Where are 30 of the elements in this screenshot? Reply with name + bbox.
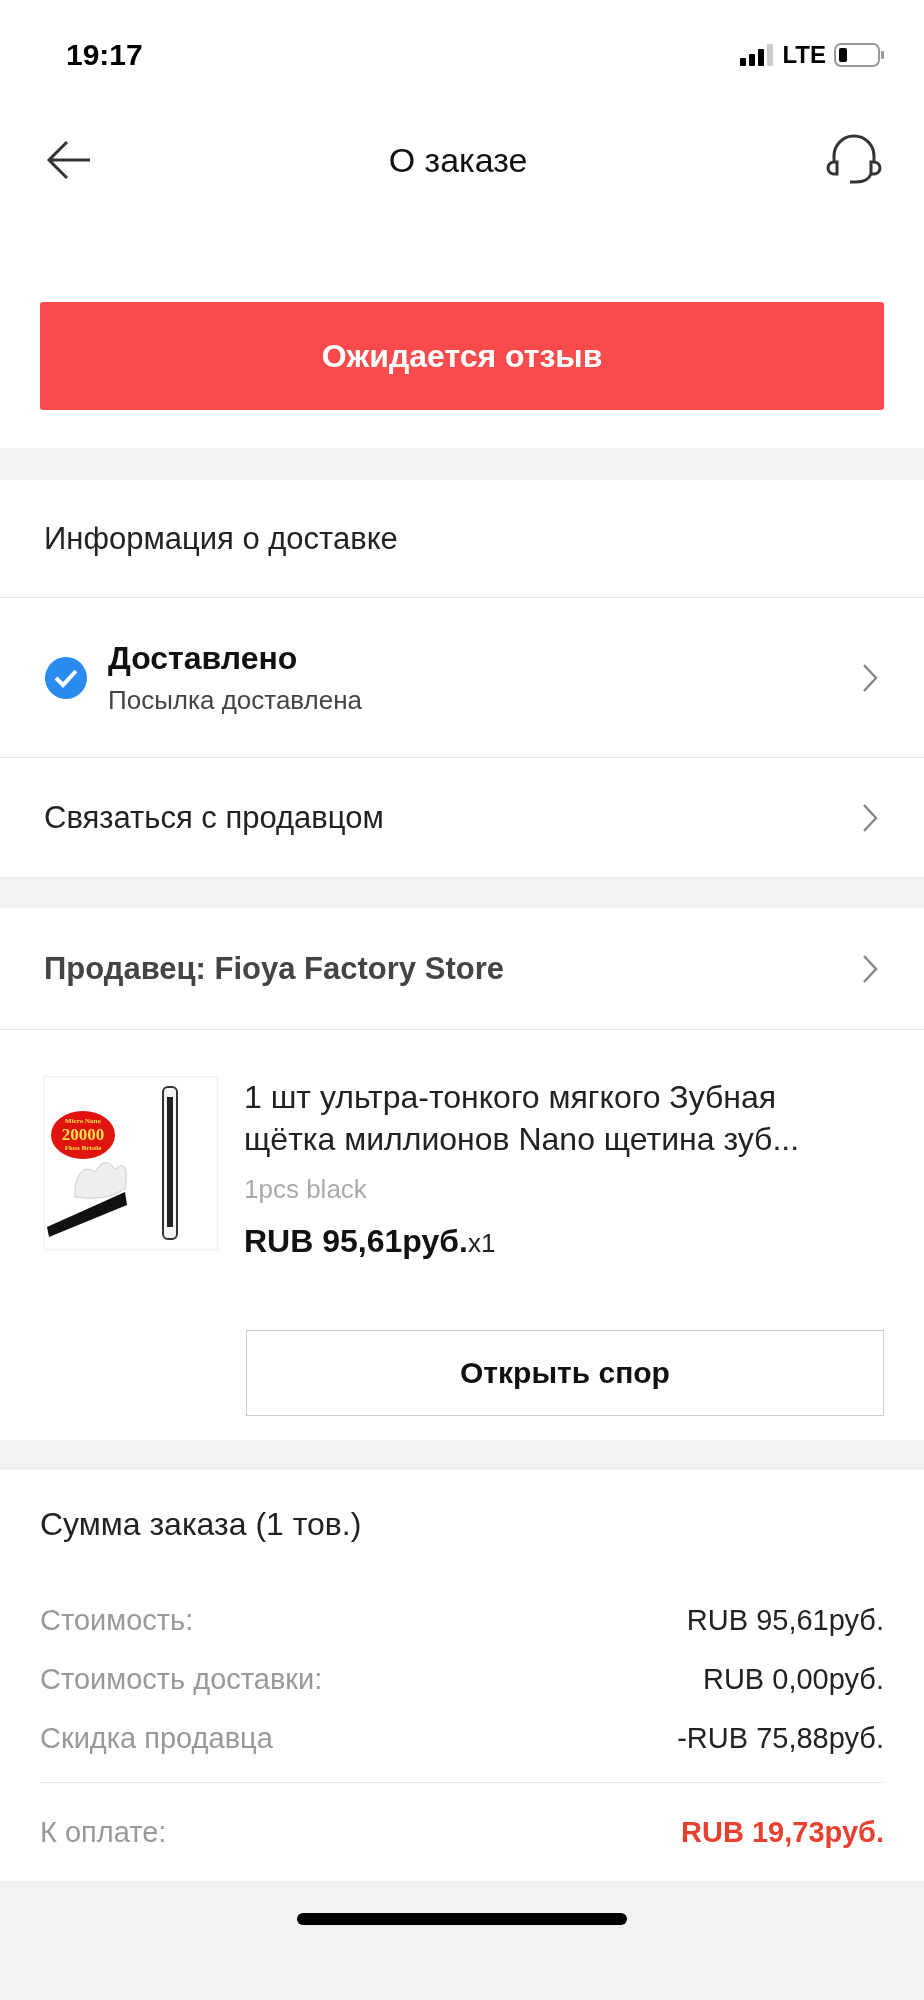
status-time: 19:17 — [66, 38, 143, 72]
chevron-right-icon — [862, 802, 878, 833]
product-price: RUB 95,61руб. — [244, 1223, 468, 1260]
summary-value: -RUB 75,88руб. — [677, 1722, 884, 1755]
open-dispute-button[interactable]: Открыть спор — [246, 1330, 884, 1416]
delivery-status: Доставлено — [108, 639, 299, 677]
seller-link[interactable]: Продавец: Fioya Factory Store — [44, 950, 504, 987]
total-value: RUB 19,73руб. — [681, 1815, 884, 1849]
summary-label: Стоимость доставки: — [40, 1663, 323, 1696]
delivery-detail: Посылка доставлена — [108, 684, 362, 716]
back-arrow-icon[interactable] — [46, 140, 92, 180]
chevron-right-icon — [862, 953, 878, 984]
product-name[interactable]: щётка миллионов Nano щетина зуб... — [244, 1118, 800, 1160]
total-label: К оплате: — [40, 1815, 167, 1849]
summary-value: RUB 95,61руб. — [686, 1604, 884, 1637]
battery-icon — [834, 43, 884, 67]
contact-seller-link[interactable]: Связаться с продавцом — [44, 799, 384, 836]
check-circle-icon — [44, 655, 88, 700]
section-heading: Информация о доставке — [44, 520, 398, 557]
product-quantity: x1 — [467, 1228, 496, 1258]
signal-icon — [740, 44, 775, 66]
product-variant: 1pcs black — [244, 1174, 368, 1205]
summary-label: Стоимость: — [40, 1604, 194, 1637]
network-label: LTE — [782, 41, 826, 69]
summary-value: RUB 0,00руб. — [702, 1663, 884, 1696]
chevron-right-icon — [862, 662, 878, 693]
product-name[interactable]: 1 шт ультра-тонкого мягкого Зубная — [244, 1076, 800, 1118]
summary-label: Скидка продавца — [40, 1722, 273, 1755]
page-title: О заказе — [388, 140, 528, 180]
summary-title: Сумма заказа (1 тов.) — [40, 1506, 363, 1543]
